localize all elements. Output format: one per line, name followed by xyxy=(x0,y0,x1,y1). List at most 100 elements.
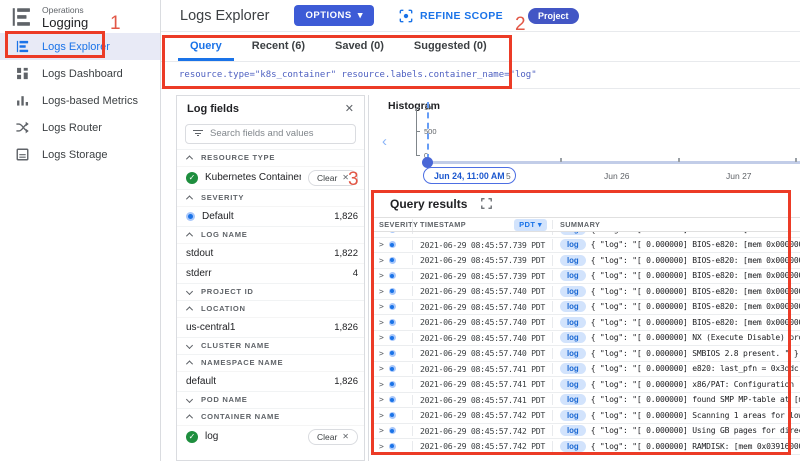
tab-saved[interactable]: Saved (0) xyxy=(323,33,396,61)
expand-chevron-icon[interactable]: > xyxy=(379,442,384,451)
fields-search-input[interactable] xyxy=(185,124,356,144)
field-section-cluster-name[interactable]: CLUSTER NAME xyxy=(177,337,364,354)
field-value-default[interactable]: Default 1,826 xyxy=(177,206,364,226)
log-entry-row[interactable]: >2021-06-29 08:45:57.740 PDTlog{ "log": … xyxy=(374,331,800,347)
sidebar-item-logs-based-metrics[interactable]: Logs-based Metrics xyxy=(0,87,160,114)
field-value-us-central1[interactable]: us-central1 1,826 xyxy=(177,317,364,337)
results-table-header: SEVERITY TIMESTAMP PDT ▾ SUMMARY xyxy=(374,217,800,232)
log-name-chip[interactable]: log xyxy=(560,441,586,452)
log-name-chip[interactable]: log xyxy=(560,255,586,266)
expand-chevron-icon[interactable]: > xyxy=(379,302,384,311)
log-entry-row[interactable]: >2021-06-29 08:45:57.742 PDTlog{ "log": … xyxy=(374,408,800,424)
sidebar-item-logs-storage[interactable]: Logs Storage xyxy=(0,141,160,168)
field-section-namespace-name[interactable]: NAMESPACE NAME xyxy=(177,354,364,371)
tab-query[interactable]: Query xyxy=(178,33,234,61)
log-name-chip[interactable]: log xyxy=(560,348,586,359)
selected-time-pill[interactable]: Jun 24, 11:00 AM xyxy=(423,167,516,184)
expand-chevron-icon[interactable]: > xyxy=(379,380,384,389)
severity-default-icon xyxy=(389,241,396,248)
clear-filter-button[interactable]: Clear✕ xyxy=(308,170,358,186)
log-name-chip[interactable]: log xyxy=(560,239,586,250)
log-name-chip[interactable]: log xyxy=(560,317,586,328)
close-icon[interactable]: ✕ xyxy=(345,102,354,115)
log-name-chip[interactable]: log xyxy=(560,232,586,235)
field-value-stderr[interactable]: stderr 4 xyxy=(177,263,364,283)
field-section-severity[interactable]: SEVERITY xyxy=(177,189,364,206)
log-entry-row[interactable]: >2021-06-29 08:45:57.742 PDTlog{ "log": … xyxy=(374,439,800,455)
log-name-chip[interactable]: log xyxy=(560,363,586,374)
log-entry-row[interactable]: >2021-06-29 08:45:57.741 PDTlog{ "log": … xyxy=(374,377,800,393)
expand-icon[interactable] xyxy=(481,198,492,209)
query-text[interactable]: resource.type="k8s_container" resource.l… xyxy=(179,70,537,80)
log-name-chip[interactable]: log xyxy=(560,394,586,405)
log-entry-row[interactable]: >2021-06-29 08:45:57.741 PDTlog{ "log": … xyxy=(374,362,800,378)
tab-recent[interactable]: Recent (6) xyxy=(240,33,317,61)
log-timestamp: 2021-06-29 08:45:57.739 PDT xyxy=(420,271,545,281)
product-subtitle: Operations xyxy=(42,5,88,15)
log-entry-row[interactable]: >2021-06-29 08:45:57.739 PDTlog{ "log": … xyxy=(374,238,800,254)
expand-chevron-icon[interactable]: > xyxy=(379,240,384,249)
expand-chevron-icon[interactable]: > xyxy=(379,256,384,265)
log-summary: { "log": "[ 0.000000] BIOS-e820: [mem 0x… xyxy=(591,318,800,327)
clear-filter-button[interactable]: Clear✕ xyxy=(308,429,358,445)
options-button[interactable]: OPTIONS ▾ xyxy=(294,5,374,26)
log-entry-row[interactable]: >2021-06-29 08:45:57.740 PDTlog{ "log": … xyxy=(374,300,800,316)
severity-default-icon xyxy=(389,412,396,419)
log-entry-row[interactable]: >2021-06-29 08:45:57.739 PDTlog{ "log": … xyxy=(374,269,800,285)
log-timestamp: 2021-06-29 08:45:57.740 PDT xyxy=(420,286,545,296)
expand-chevron-icon[interactable]: > xyxy=(379,349,384,358)
expand-chevron-icon[interactable]: > xyxy=(379,395,384,404)
tab-suggested[interactable]: Suggested (0) xyxy=(402,33,499,61)
log-entry-row[interactable]: >2021-06-29 08:45:57.740 PDTlog{ "log": … xyxy=(374,346,800,362)
expand-chevron-icon[interactable]: > xyxy=(379,426,384,435)
log-name-chip[interactable]: log xyxy=(560,410,586,421)
field-value-stdout[interactable]: stdout 1,822 xyxy=(177,243,364,263)
severity-default-icon xyxy=(389,334,396,341)
field-value-kubernetes-container[interactable]: ✓ Kubernetes Container Clear✕ xyxy=(177,166,364,189)
field-section-resource-type[interactable]: RESOURCE TYPE xyxy=(177,149,364,166)
timezone-selector[interactable]: PDT ▾ xyxy=(514,219,547,231)
refine-scope-button[interactable]: REFINE SCOPE xyxy=(399,9,503,23)
expand-chevron-icon[interactable]: > xyxy=(379,271,384,280)
log-entry-row[interactable]: >2021-06-29 08:45:57.742 PDTlog{ "log": … xyxy=(374,424,800,440)
field-section-log-name[interactable]: LOG NAME xyxy=(177,226,364,243)
scope-badge[interactable]: Project xyxy=(528,8,579,24)
sidebar-item-logs-dashboard[interactable]: Logs Dashboard xyxy=(0,60,160,87)
sidebar-item-logs-explorer[interactable]: Logs Explorer xyxy=(0,33,160,60)
log-entry-row[interactable]: >2021-06-29 08:45:57.740 PDTlog{ "log": … xyxy=(374,315,800,331)
query-results-panel: Query results SEVERITY TIMESTAMP PDT ▾ S… xyxy=(374,190,800,461)
sidebar-item-logs-router[interactable]: Logs Router xyxy=(0,114,160,141)
log-timestamp: 2021-06-29 08:45:57.740 PDT xyxy=(420,302,545,312)
expand-chevron-icon[interactable]: > xyxy=(379,411,384,420)
log-name-chip[interactable]: log xyxy=(560,332,586,343)
log-name-chip[interactable]: log xyxy=(560,301,586,312)
log-name-chip[interactable]: log xyxy=(560,270,586,281)
field-section-container-name[interactable]: CONTAINER NAME xyxy=(177,408,364,425)
field-section-project-id[interactable]: PROJECT ID xyxy=(177,283,364,300)
check-icon: ✓ xyxy=(186,431,198,443)
log-entry-row[interactable]: >2021-06-29 08:45:57.739 PDTlog{ "log": … xyxy=(374,253,800,269)
query-editor[interactable]: resource.type="k8s_container" resource.l… xyxy=(161,62,800,89)
histogram-timeline[interactable] xyxy=(425,161,800,164)
query-results-title: Query results xyxy=(390,197,467,211)
expand-chevron-icon[interactable]: > xyxy=(379,364,384,373)
expand-chevron-icon[interactable]: > xyxy=(379,287,384,296)
log-entry-row[interactable]: >2021-06-29 08:45:57.741 PDTlog{ "log": … xyxy=(374,393,800,409)
field-value-log[interactable]: ✓ log Clear✕ xyxy=(177,425,364,448)
sidebar: Operations Logging Logs Explorer Logs Da… xyxy=(0,0,161,461)
expand-chevron-icon[interactable]: > xyxy=(379,232,384,234)
log-name-chip[interactable]: log xyxy=(560,379,586,390)
severity-default-icon xyxy=(389,288,396,295)
field-value-namespace-default[interactable]: default 1,826 xyxy=(177,371,364,391)
y-tick-label: 500 xyxy=(424,127,437,136)
panel-divider xyxy=(368,95,369,461)
log-name-chip[interactable]: log xyxy=(560,425,586,436)
chevron-left-icon[interactable]: ‹ xyxy=(382,133,387,150)
field-section-location[interactable]: LOCATION xyxy=(177,300,364,317)
expand-chevron-icon[interactable]: > xyxy=(379,333,384,342)
log-entry-row[interactable]: >2021-06-29 08:45:57.740 PDTlog{ "log": … xyxy=(374,284,800,300)
field-section-pod-name[interactable]: POD NAME xyxy=(177,391,364,408)
log-name-chip[interactable]: log xyxy=(560,286,586,297)
severity-default-icon xyxy=(389,381,396,388)
expand-chevron-icon[interactable]: > xyxy=(379,318,384,327)
